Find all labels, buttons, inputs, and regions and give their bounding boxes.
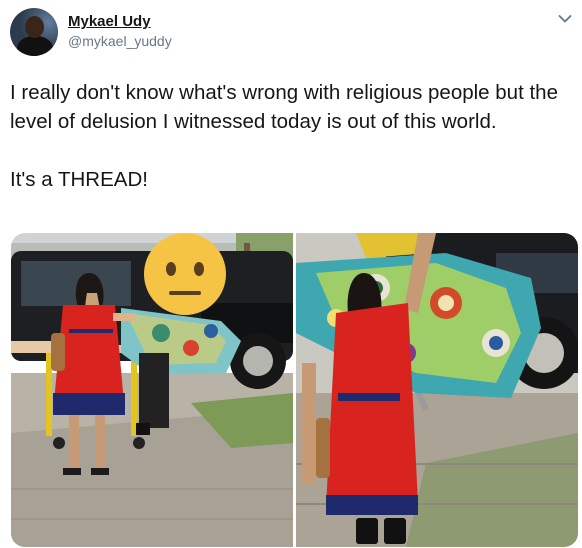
avatar-body	[17, 36, 53, 56]
photo-2[interactable]	[296, 233, 578, 547]
user-handle[interactable]: @mykael_yuddy	[68, 32, 172, 50]
chevron-down-icon[interactable]	[558, 14, 572, 24]
neutral-face-emoji-icon	[144, 233, 226, 315]
user-info: Mykael Udy @mykael_yuddy	[68, 12, 172, 50]
avatar-head	[25, 16, 44, 38]
photo-1[interactable]	[11, 233, 293, 547]
avatar[interactable]	[10, 8, 58, 56]
tweet-card: Mykael Udy @mykael_yuddy I really don't …	[0, 0, 582, 548]
display-name[interactable]: Mykael Udy	[68, 12, 172, 32]
tweet-text: I really don't know what's wrong with re…	[10, 81, 558, 191]
media-grid	[11, 233, 578, 547]
